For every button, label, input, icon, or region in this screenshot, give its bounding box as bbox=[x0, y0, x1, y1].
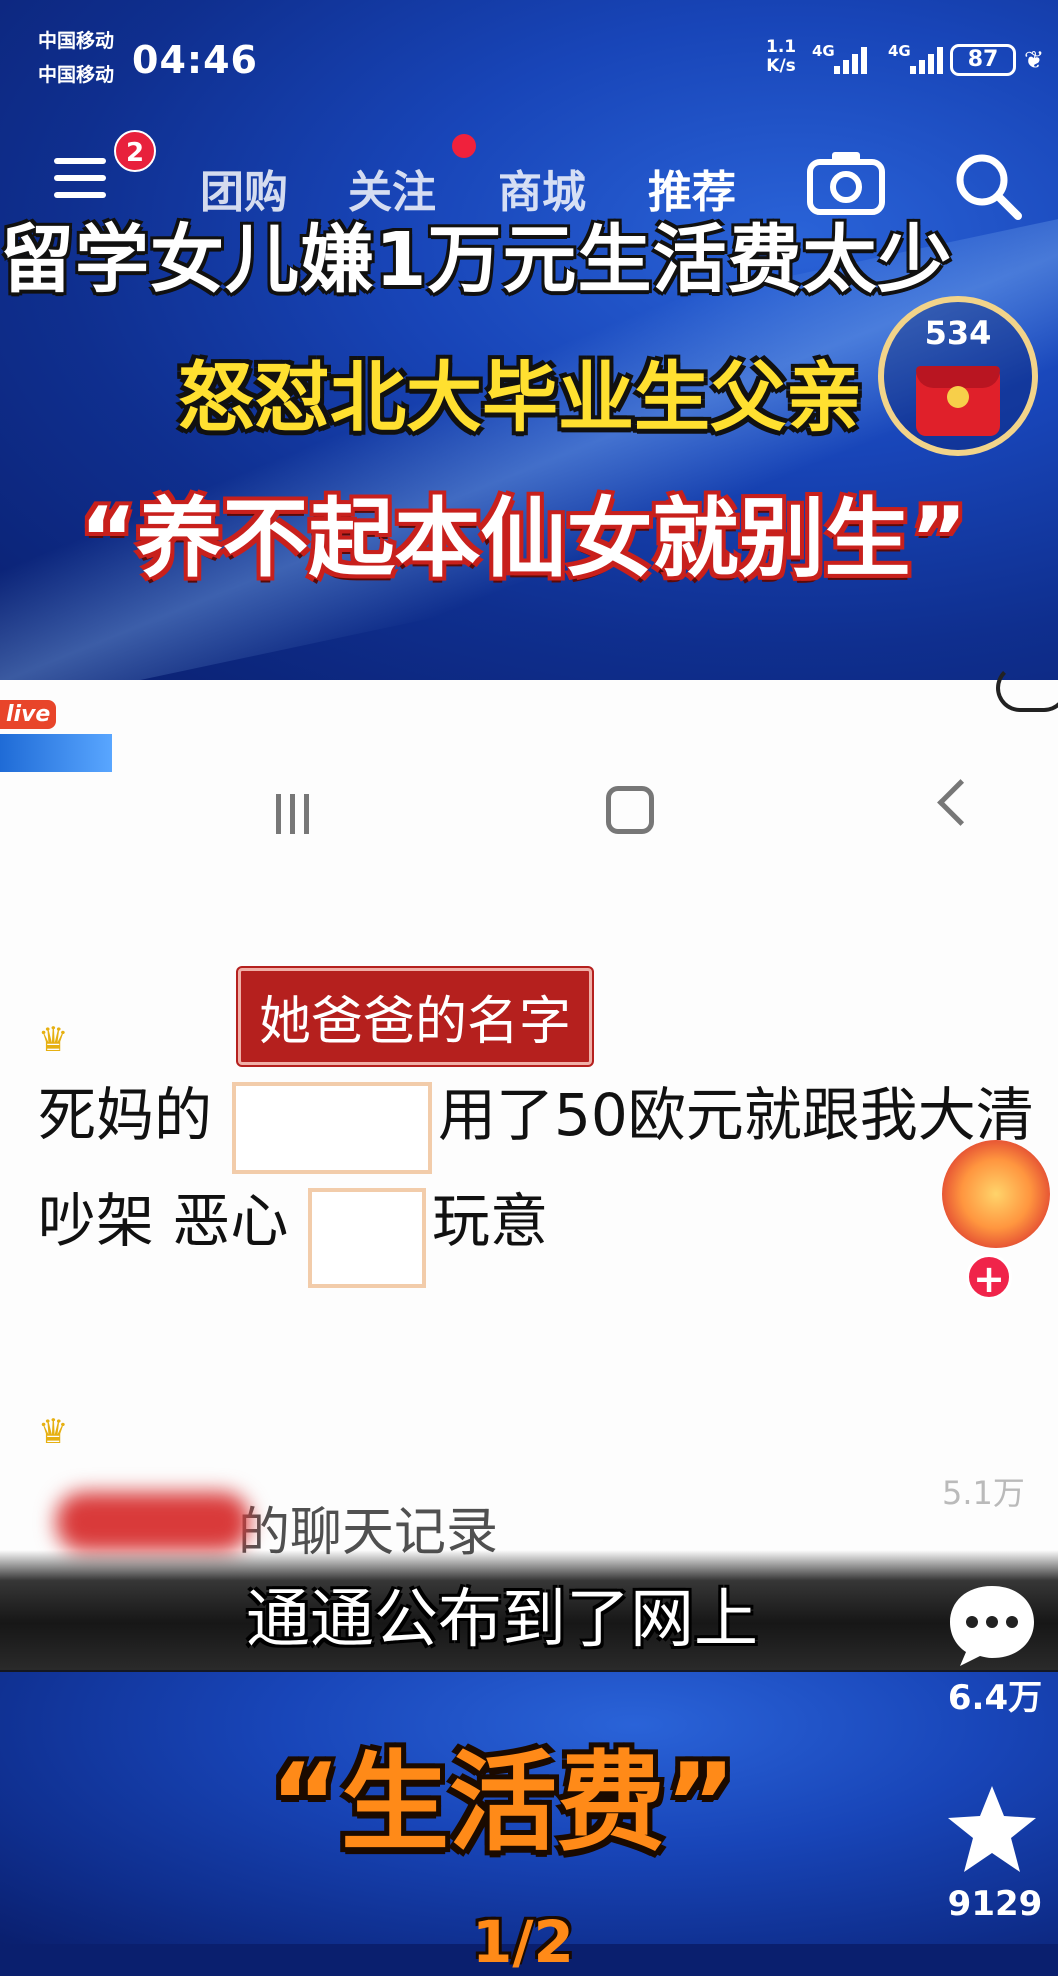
chat-text-line2-start: 吵架 恶心 bbox=[38, 1187, 289, 1255]
signal-icon-2 bbox=[910, 46, 946, 74]
home-icon bbox=[606, 786, 654, 834]
notification-badge: 2 bbox=[114, 130, 156, 172]
video-bottom-headline: “生活费” bbox=[270, 1741, 736, 1866]
leaf-icon: ❦ bbox=[1024, 46, 1045, 74]
battery-level: 87 bbox=[967, 47, 999, 72]
video-headline-1: 留学女儿嫌1万元生活费太少 bbox=[0, 217, 953, 303]
battery-icon: 87 bbox=[950, 44, 1016, 76]
network-speed-unit: K/s bbox=[766, 56, 796, 76]
menu-icon[interactable] bbox=[54, 158, 106, 198]
blurred-name bbox=[56, 1492, 250, 1552]
red-packet-count: 534 bbox=[924, 314, 992, 352]
live-tag: live bbox=[0, 700, 57, 729]
creator-avatar[interactable] bbox=[942, 1140, 1050, 1248]
corner-arc bbox=[996, 664, 1058, 712]
comment-icon[interactable] bbox=[944, 1580, 1040, 1668]
crown-icon: ♛ bbox=[38, 1020, 69, 1060]
network-speed-value: 1.1 bbox=[766, 37, 797, 57]
carrier-2: 中国移动 bbox=[38, 64, 115, 86]
likes-count: 5.1万 bbox=[942, 1474, 1025, 1512]
crown-icon-2: ♛ bbox=[38, 1412, 69, 1452]
new-content-dot bbox=[452, 134, 476, 158]
network-type-2: 4G bbox=[888, 42, 911, 60]
live-strip bbox=[0, 734, 112, 772]
page-indicator: 1/2 bbox=[472, 1908, 574, 1976]
clock: 04:46 bbox=[132, 38, 258, 82]
favorite-count: 9129 bbox=[947, 1884, 1043, 1924]
chat-text-line2-end: 玩意 bbox=[432, 1187, 549, 1255]
status-bar: 中国移动 中国移动 04:46 1.1 K/s 4G 4G 87 ❦ bbox=[0, 0, 1058, 110]
network-speed: 1.1 K/s bbox=[766, 38, 796, 76]
chat-text-line1-start: 死妈的 bbox=[38, 1081, 213, 1149]
name-tag-label: 她爸爸的名字 bbox=[238, 968, 593, 1065]
live-badge: live bbox=[0, 700, 112, 776]
comment-count: 6.4万 bbox=[947, 1678, 1043, 1718]
star-icon[interactable] bbox=[944, 1782, 1040, 1878]
video-subtitle: 通通公布到了网上 bbox=[246, 1583, 758, 1657]
network-type-1: 4G bbox=[812, 42, 835, 60]
follow-button[interactable]: + bbox=[966, 1254, 1012, 1301]
signal-icon bbox=[834, 46, 870, 74]
recent-apps-icon bbox=[276, 780, 316, 840]
video-headline-3: “养不起本仙女就别生” bbox=[80, 489, 968, 589]
carrier-1: 中国移动 bbox=[38, 30, 115, 52]
chat-text-line1-end: 用了50欧元就跟我大清 bbox=[438, 1081, 1034, 1149]
redacted-box-1 bbox=[232, 1082, 432, 1174]
red-envelope-icon bbox=[916, 366, 1000, 436]
video-headline-2: 怒怼北大毕业生父亲 bbox=[178, 353, 862, 442]
redacted-box-2 bbox=[308, 1188, 426, 1288]
